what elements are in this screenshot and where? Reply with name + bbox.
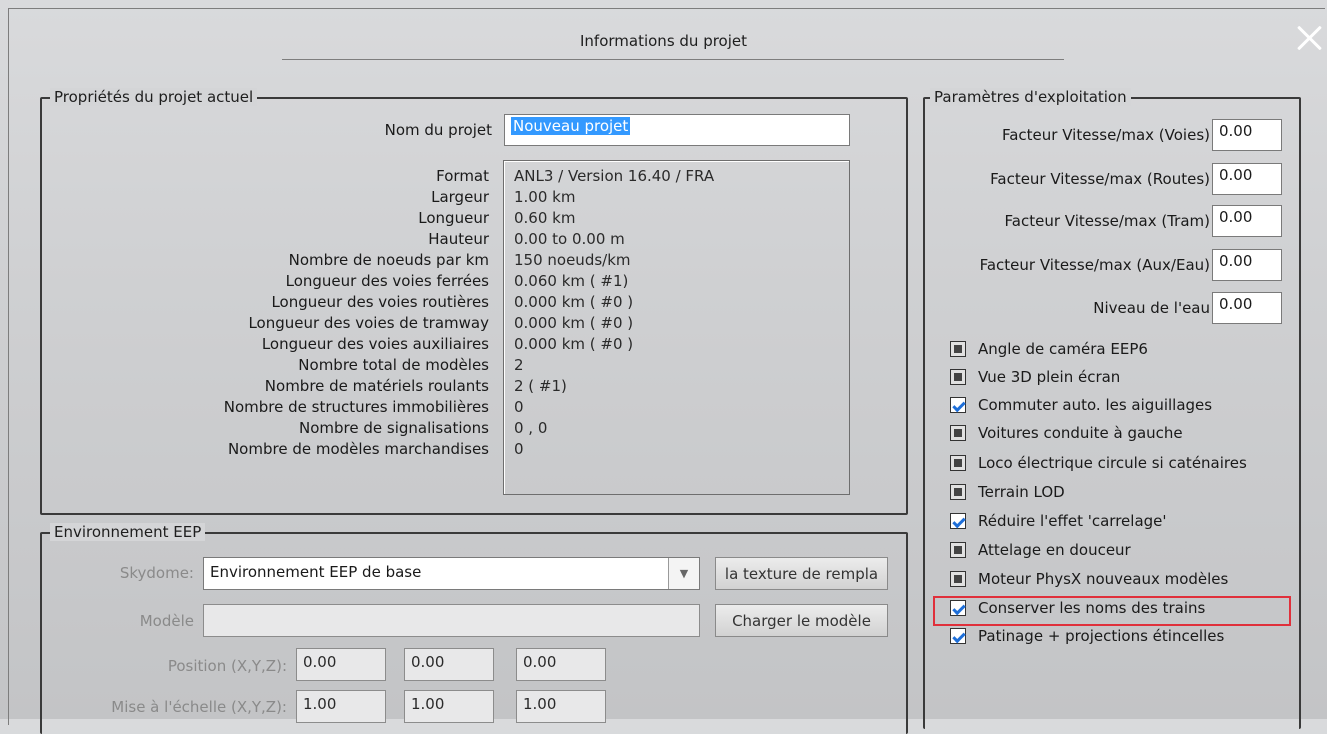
info-value: 0.000 km ( #0 ): [514, 293, 634, 311]
model-label: Modèle: [139, 612, 194, 630]
info-value: 0: [514, 440, 524, 458]
info-label: Format: [436, 167, 489, 185]
option-row[interactable]: Moteur PhysX nouveaux modèles: [950, 567, 1228, 591]
info-label: Nombre de modèles marchandises: [227, 440, 489, 458]
project-name-label: Nom du projet: [384, 121, 492, 139]
scale-y-field[interactable]: 1.00: [404, 690, 494, 723]
speed-factor-input[interactable]: 0.00: [1212, 292, 1282, 324]
option-row[interactable]: Loco électrique circule si caténaires: [950, 451, 1247, 475]
info-label: Longueur des voies routières: [271, 293, 489, 311]
scale-z-field[interactable]: 1.00: [516, 690, 606, 723]
load-model-button[interactable]: Charger le modèle: [715, 604, 888, 637]
checkbox-unchecked-icon[interactable]: [950, 369, 966, 385]
info-label: Nombre de structures immobilières: [223, 398, 489, 416]
title-divider: [282, 59, 1064, 60]
option-label: Angle de caméra EEP6: [978, 340, 1148, 358]
info-label: Nombre de signalisations: [299, 419, 489, 437]
speed-factor-input[interactable]: 0.00: [1212, 205, 1282, 237]
checkbox-checked-icon[interactable]: [950, 628, 966, 644]
option-row[interactable]: Commuter auto. les aiguillages: [950, 393, 1212, 417]
speed-factor-label: Niveau de l'eau: [1093, 299, 1210, 317]
speed-factor-input[interactable]: 0.00: [1212, 163, 1282, 195]
checkbox-unchecked-icon[interactable]: [950, 542, 966, 558]
option-row[interactable]: Terrain LOD: [950, 480, 1065, 504]
option-row[interactable]: Voitures conduite à gauche: [950, 421, 1183, 445]
speed-factor-input[interactable]: 0.00: [1212, 249, 1282, 281]
project-name-value: Nouveau projet: [511, 117, 631, 135]
info-label: Longueur des voies de tramway: [248, 314, 489, 332]
position-label: Position (X,Y,Z):: [167, 657, 287, 675]
position-y-field[interactable]: 0.00: [404, 648, 494, 681]
info-label: Nombre total de modèles: [298, 356, 489, 374]
option-row[interactable]: Angle de caméra EEP6: [950, 337, 1148, 361]
option-label: Vue 3D plein écran: [978, 368, 1121, 386]
project-properties-title: Propriétés du projet actuel: [50, 88, 258, 106]
info-value: ANL3 / Version 16.40 / FRA: [514, 167, 715, 185]
info-value: 0 , 0: [514, 419, 548, 437]
option-row[interactable]: Patinage + projections étincelles: [950, 624, 1224, 648]
option-label: Réduire l'effet 'carrelage': [978, 512, 1167, 530]
checkbox-unchecked-icon[interactable]: [950, 571, 966, 587]
speed-factor-label: Facteur Vitesse/max (Tram): [1004, 212, 1210, 230]
info-label: Hauteur: [428, 230, 489, 248]
info-value: 0.60 km: [514, 209, 576, 227]
replacement-texture-button[interactable]: la texture de rempla: [715, 557, 888, 590]
chevron-down-icon[interactable]: ▼: [668, 558, 699, 589]
speed-factor-input[interactable]: 0.00: [1212, 119, 1282, 151]
scale-x-field[interactable]: 1.00: [296, 690, 386, 723]
info-value: 0: [514, 398, 524, 416]
position-z-field[interactable]: 0.00: [516, 648, 606, 681]
checkbox-checked-icon[interactable]: [950, 513, 966, 529]
checkbox-unchecked-icon[interactable]: [950, 484, 966, 500]
environment-title: Environnement EEP: [50, 523, 206, 541]
info-value: 0.000 km ( #0 ): [514, 335, 634, 353]
speed-factor-label: Facteur Vitesse/max (Aux/Eau): [979, 256, 1210, 274]
info-value: 1.00 km: [514, 188, 576, 206]
info-label: Longueur des voies ferrées: [285, 272, 489, 290]
option-row[interactable]: Réduire l'effet 'carrelage': [950, 509, 1167, 533]
skydome-label: Skydome:: [119, 564, 194, 582]
option-label: Loco électrique circule si caténaires: [978, 454, 1247, 472]
model-field[interactable]: [203, 604, 700, 637]
info-label: Longueur: [418, 209, 489, 227]
project-name-input[interactable]: Nouveau projet: [504, 114, 850, 146]
info-value: 0.00 to 0.00 m: [514, 230, 625, 248]
operation-title: Paramètres d'exploitation: [930, 88, 1131, 106]
option-label: Commuter auto. les aiguillages: [978, 396, 1213, 414]
dialog-title: Informations du projet: [579, 32, 748, 50]
info-label: Nombre de matériels roulants: [264, 377, 489, 395]
highlight-box: [933, 596, 1291, 626]
option-label: Voitures conduite à gauche: [978, 424, 1183, 442]
checkbox-checked-icon[interactable]: [950, 397, 966, 413]
speed-factor-label: Facteur Vitesse/max (Routes): [990, 170, 1210, 188]
info-value: 0.000 km ( #0 ): [514, 314, 634, 332]
option-label: Moteur PhysX nouveaux modèles: [978, 570, 1229, 588]
position-x-field[interactable]: 0.00: [296, 648, 386, 681]
checkbox-unchecked-icon[interactable]: [950, 341, 966, 357]
info-label: Largeur: [431, 188, 489, 206]
option-label: Attelage en douceur: [978, 541, 1131, 559]
checkbox-unchecked-icon[interactable]: [950, 455, 966, 471]
info-value: 150 noeuds/km: [514, 251, 631, 269]
option-label: Patinage + projections étincelles: [978, 627, 1225, 645]
info-label: Longueur des voies auxiliaires: [261, 335, 489, 353]
close-icon[interactable]: [1289, 20, 1327, 60]
info-value: 2: [514, 356, 524, 374]
option-row[interactable]: Attelage en douceur: [950, 538, 1131, 562]
info-label: Nombre de noeuds par km: [288, 251, 489, 269]
checkbox-unchecked-icon[interactable]: [950, 425, 966, 441]
info-value: 2 ( #1): [514, 377, 567, 395]
option-row[interactable]: Vue 3D plein écran: [950, 365, 1120, 389]
speed-factor-label: Facteur Vitesse/max (Voies): [1001, 126, 1210, 144]
skydome-value: Environnement EEP de base: [210, 563, 422, 581]
skydome-select[interactable]: Environnement EEP de base ▼: [203, 557, 700, 590]
scale-label: Mise à l'échelle (X,Y,Z):: [111, 698, 287, 716]
info-value: 0.060 km ( #1): [514, 272, 629, 290]
option-label: Terrain LOD: [978, 483, 1065, 501]
